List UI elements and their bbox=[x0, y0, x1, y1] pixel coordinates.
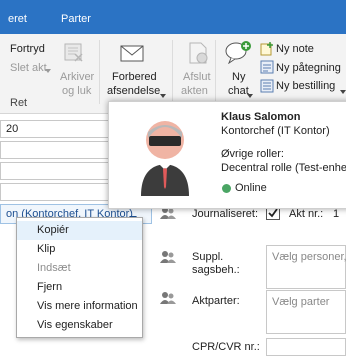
group-label-ret: Ret bbox=[10, 97, 28, 109]
text-field[interactable] bbox=[0, 183, 112, 201]
undo-button[interactable]: Fortryd bbox=[10, 43, 45, 55]
menu-item-fjern[interactable]: Fjern bbox=[17, 278, 142, 297]
text-field[interactable] bbox=[0, 141, 112, 159]
chevron-down-icon bbox=[340, 85, 346, 97]
ribbon-separator bbox=[99, 40, 100, 104]
menu-item-indsaet: Indsæt bbox=[37, 262, 71, 274]
journaliseret-label: Journaliseret: bbox=[192, 208, 259, 220]
archive-close-icon bbox=[63, 40, 85, 65]
menu-item-vis-egenskaber[interactable]: Vis egenskaber bbox=[17, 316, 142, 335]
suppl-sagsbeh-input[interactable]: Vælg personer, e bbox=[266, 245, 346, 289]
presence-dot bbox=[222, 184, 231, 196]
contact-title: Kontorchef (IT Kontor) bbox=[221, 125, 330, 137]
tab-parter[interactable]: Parter bbox=[61, 13, 91, 25]
cpr-cvr-label: CPR/CVR nr.: bbox=[192, 341, 260, 353]
people-picker-icon[interactable] bbox=[160, 250, 176, 267]
envelope-send-icon bbox=[120, 42, 146, 67]
chevron-down-icon bbox=[160, 89, 166, 101]
order-icon bbox=[260, 79, 274, 96]
cpr-cvr-input[interactable] bbox=[266, 338, 346, 356]
contact-name: Klaus Salomon bbox=[221, 111, 301, 123]
aktparter-input[interactable]: Vælg parter bbox=[266, 290, 346, 334]
contact-card: Klaus Salomon Kontorchef (IT Kontor) Øvr… bbox=[108, 101, 346, 209]
text-field[interactable] bbox=[0, 162, 112, 180]
context-menu: Kopiér Klip Indsæt Fjern Vis mere inform… bbox=[16, 217, 143, 338]
ribbon-separator bbox=[215, 40, 216, 104]
chat-add-icon bbox=[224, 40, 252, 67]
ribbon-tab-bar: eret Parter bbox=[0, 0, 346, 34]
aktparter-label: Aktparter: bbox=[192, 295, 240, 307]
endorsement-icon bbox=[260, 60, 274, 77]
delete-act-button[interactable]: Slet akt bbox=[10, 62, 47, 74]
note-add-icon bbox=[260, 42, 274, 59]
roles-label: Øvrige roller: bbox=[221, 148, 284, 160]
chevron-down-icon bbox=[45, 64, 51, 76]
menu-item-vis-mere-information[interactable]: Vis mere information bbox=[17, 297, 142, 316]
akt-nr-label: Akt nr.: bbox=[289, 208, 324, 220]
suppl-label-line2: sagsbeh.: bbox=[192, 264, 240, 276]
menu-item-kopier[interactable]: Kopiér bbox=[17, 221, 142, 240]
chevron-down-icon bbox=[247, 89, 253, 101]
roles-value: Decentral rolle (Test-enhede bbox=[221, 162, 346, 174]
finish-document-icon bbox=[187, 42, 209, 67]
suppl-label: Suppl. bbox=[192, 251, 224, 263]
tab-eret[interactable]: eret bbox=[8, 13, 27, 25]
person-avatar-icon bbox=[133, 116, 197, 199]
menu-item-klip[interactable]: Klip bbox=[17, 240, 142, 259]
presence-status: Online bbox=[235, 182, 267, 194]
akt-nr-value: 1 bbox=[333, 208, 340, 220]
ribbon-separator bbox=[172, 40, 173, 104]
people-picker-icon[interactable] bbox=[160, 291, 176, 308]
date-field[interactable]: 20 bbox=[0, 120, 112, 138]
